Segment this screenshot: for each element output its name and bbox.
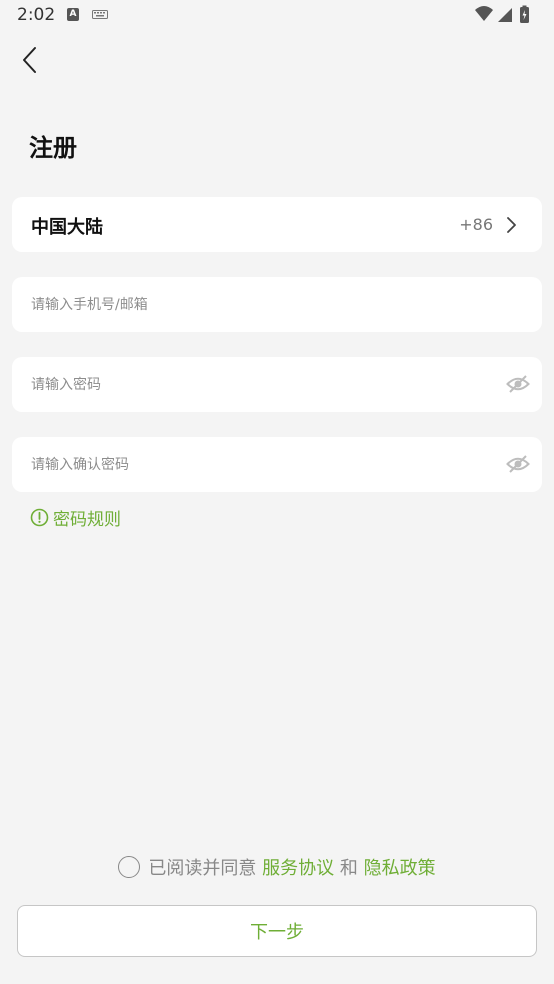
wifi-icon — [475, 6, 493, 21]
account-field — [12, 277, 542, 332]
back-button[interactable] — [12, 40, 48, 80]
privacy-policy-link[interactable]: 隐私政策 — [364, 854, 436, 880]
region-selector[interactable]: 中国大陆 +86 — [12, 197, 542, 252]
page-title: 注册 — [29, 134, 77, 162]
password-input[interactable] — [12, 357, 542, 412]
password-rules-link[interactable]: 密码规则 — [30, 505, 121, 530]
agreement-prefix: 已阅读并同意 — [148, 858, 257, 879]
notification-a-icon: A — [67, 8, 79, 21]
info-circle-icon — [30, 508, 49, 526]
confirm-password-field — [12, 437, 542, 492]
status-bar: 2:02 A — [0, 0, 554, 30]
agree-checkbox[interactable] — [118, 856, 141, 878]
signal-icon — [498, 8, 512, 22]
keyboard-icon — [92, 10, 108, 19]
register-screen: 2:02 A 注册 中国大陆 +86 请输入手机号/邮箱 密码规则 已阅读并同意… — [0, 0, 554, 984]
eye-hidden-icon[interactable] — [506, 373, 530, 395]
chevron-right-icon — [507, 217, 516, 233]
next-step-button[interactable]: 下一步 — [17, 905, 537, 957]
eye-hidden-icon[interactable] — [506, 453, 530, 475]
region-name: 中国大陆 — [31, 217, 103, 238]
agreement-row: 已阅读并同意 服务协议 和 隐私政策 — [0, 854, 554, 882]
region-code: +86 — [459, 215, 493, 234]
service-agreement-link[interactable]: 服务协议 — [262, 854, 334, 880]
password-field — [12, 357, 542, 412]
back-arrow-icon — [23, 47, 36, 73]
password-rules-label: 密码规则 — [53, 509, 121, 530]
status-icons — [475, 5, 529, 23]
agreement-conjunction: 和 — [339, 858, 358, 879]
status-time: 2:02 — [17, 5, 56, 25]
account-input[interactable] — [12, 277, 542, 332]
confirm-password-input[interactable] — [12, 437, 542, 492]
